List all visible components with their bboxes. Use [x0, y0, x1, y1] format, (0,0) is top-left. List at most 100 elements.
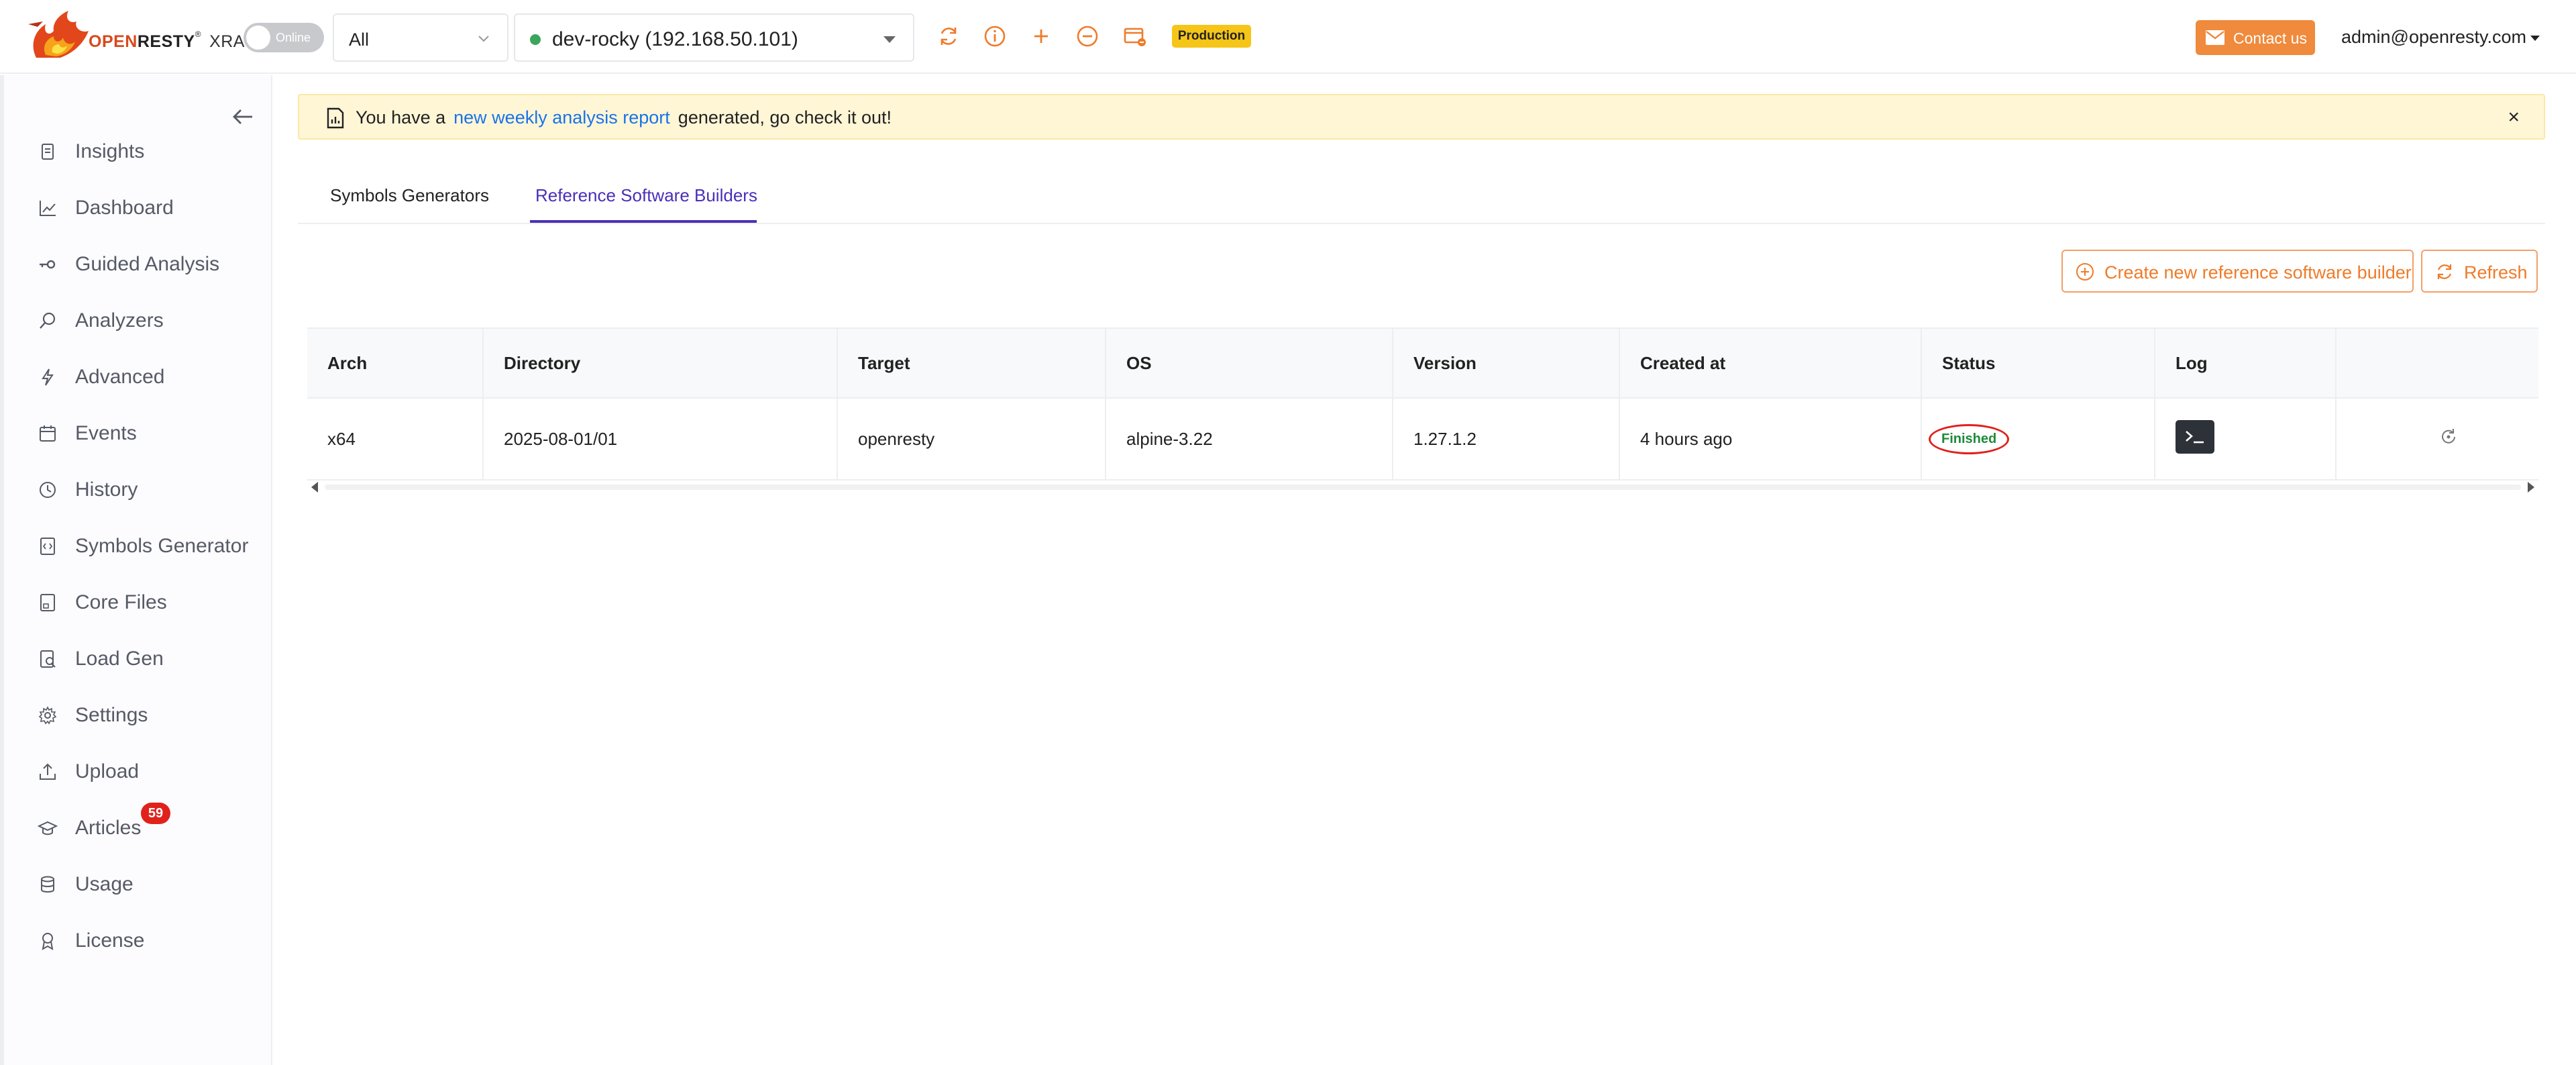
gear-icon [38, 706, 57, 725]
sidebar-item-label: Load Gen [75, 648, 164, 670]
cell-created-at: 4 hours ago [1619, 398, 1922, 480]
cell-log [2155, 398, 2337, 480]
column-header-log: Log [2155, 327, 2337, 399]
collapse-sidebar-icon[interactable] [229, 103, 256, 130]
upload-icon [40, 763, 56, 780]
sidebar-item-events[interactable]: Events [38, 413, 266, 454]
online-toggle[interactable]: Online [244, 23, 324, 52]
alert-prefix: You have a [356, 107, 446, 128]
sidebar-item-usage[interactable]: Usage [38, 864, 266, 905]
key-icon [40, 260, 56, 269]
sidebar-item-articles[interactable]: Articles 59 [38, 803, 266, 848]
sidebar-item-analyzers[interactable]: Analyzers [38, 301, 266, 341]
sidebar-item-label: Articles [75, 817, 142, 839]
user-email: admin@openresty.com [2341, 27, 2527, 47]
openresty-xray-logo[interactable]: OPENRESTY® XRAY [23, 4, 255, 62]
sidebar-item-label: Guided Analysis [75, 253, 220, 275]
builders-table: Arch Directory Target OS Version Created… [307, 327, 2538, 480]
cell-arch: x64 [307, 398, 484, 480]
host-online-dot [530, 34, 541, 45]
scroll-track[interactable] [325, 485, 2521, 490]
column-header-status: Status [1921, 327, 2155, 399]
view-log-button[interactable] [2176, 419, 2214, 454]
rebuild-icon[interactable] [2438, 427, 2459, 447]
document-icon [42, 144, 54, 160]
contact-us-label: Contact us [2233, 30, 2307, 47]
cell-directory: 2025-08-01/01 [483, 398, 838, 480]
scope-select-value: All [349, 30, 370, 50]
graduation-cap-icon [38, 821, 58, 835]
column-header-arch: Arch [307, 327, 484, 399]
refresh-icon [2437, 264, 2452, 279]
cell-status: Finished [1921, 398, 2155, 480]
contact-us-button[interactable]: Contact us [2196, 20, 2315, 55]
plus-icon[interactable] [1029, 24, 1053, 48]
create-button-label: Create new reference software builder [2104, 262, 2412, 283]
chevron-down-icon [478, 36, 489, 42]
create-reference-builder-button[interactable]: Create new reference software builder [2061, 250, 2414, 293]
caret-down-icon [2530, 35, 2540, 41]
card-remove-icon[interactable] [1123, 24, 1147, 48]
column-header-directory: Directory [483, 327, 838, 399]
user-menu[interactable]: admin@openresty.com [2341, 27, 2540, 48]
sidebar-item-label: Settings [75, 704, 148, 726]
logo-wordmark: OPENRESTY® XRAY [89, 30, 256, 51]
scope-select[interactable]: All [333, 13, 508, 62]
sidebar-item-core-files[interactable]: Core Files [38, 582, 266, 623]
minus-circle-icon[interactable] [1075, 24, 1099, 48]
core-file-icon [40, 594, 55, 611]
load-gen-icon [40, 650, 56, 668]
magnifier-icon [40, 312, 56, 329]
clock-icon [40, 482, 56, 498]
scroll-right-arrow-icon[interactable] [2528, 482, 2534, 493]
table-horizontal-scrollbar[interactable] [307, 478, 2538, 497]
sidebar-item-label: License [75, 929, 145, 952]
weekly-report-alert: You have a new weekly analysis report gene… [298, 94, 2545, 140]
host-select[interactable]: dev-rocky (192.168.50.101) [514, 13, 914, 62]
scroll-left-arrow-icon[interactable] [311, 482, 318, 493]
tab-reference-software-builders[interactable]: Reference Software Builders [535, 185, 757, 206]
sidebar-item-upload[interactable]: Upload [38, 752, 266, 792]
environment-badge: Production [1172, 25, 1251, 48]
tab-symbols-generators[interactable]: Symbols Generators [330, 185, 489, 206]
calendar-icon [40, 425, 56, 442]
caret-down-icon [883, 36, 896, 43]
award-icon [42, 933, 54, 950]
sidebar-item-label: Insights [75, 140, 145, 162]
sidebar-item-settings[interactable]: Settings [38, 695, 266, 736]
sidebar-item-advanced[interactable]: Advanced [38, 357, 266, 397]
sidebar-item-license[interactable]: License [38, 921, 266, 961]
sidebar-item-guided-analysis[interactable]: Guided Analysis [38, 244, 266, 285]
column-header-version: Version [1393, 327, 1620, 399]
sidebar-item-label: Symbols Generator [75, 535, 249, 557]
sidebar-item-insights[interactable]: Insights [38, 132, 266, 172]
column-header-actions [2336, 327, 2538, 399]
cell-actions [2336, 398, 2538, 480]
cell-os: alpine-3.22 [1106, 398, 1393, 480]
column-header-target: Target [837, 327, 1106, 399]
sidebar-item-load-gen[interactable]: Load Gen [38, 639, 266, 679]
cell-target: openresty [837, 398, 1106, 480]
table-header-row: Arch Directory Target OS Version Created… [307, 327, 2538, 399]
flame-dragon-icon [28, 11, 89, 58]
weekly-report-link[interactable]: new weekly analysis report [453, 107, 670, 128]
info-icon[interactable] [983, 24, 1007, 48]
column-header-created-at: Created at [1619, 327, 1922, 399]
database-icon [41, 876, 54, 893]
chart-line-icon [40, 201, 56, 216]
top-navbar: OPENRESTY® XRAY Online All dev-rocky (192… [0, 0, 2576, 74]
sidebar-item-label: History [75, 478, 138, 501]
cell-version: 1.27.1.2 [1393, 398, 1620, 480]
sidebar: Insights Dashboard Guided Analysis Analy… [0, 75, 272, 1065]
table-row: x64 2025-08-01/01 openresty alpine-3.22 … [307, 398, 2538, 480]
online-toggle-label: Online [276, 31, 311, 44]
refresh-button[interactable]: Refresh [2421, 250, 2538, 293]
sidebar-item-history[interactable]: History [38, 470, 266, 510]
sidebar-item-symbols-generator[interactable]: Symbols Generator [38, 526, 266, 566]
close-icon[interactable]: × [2508, 107, 2520, 128]
refresh-icon[interactable] [936, 24, 961, 48]
code-file-icon [40, 538, 55, 555]
host-select-value: dev-rocky (192.168.50.101) [552, 28, 798, 50]
sidebar-item-dashboard[interactable]: Dashboard [38, 188, 266, 228]
tab-bar: Symbols Generators Reference Software Bu… [298, 168, 2545, 224]
